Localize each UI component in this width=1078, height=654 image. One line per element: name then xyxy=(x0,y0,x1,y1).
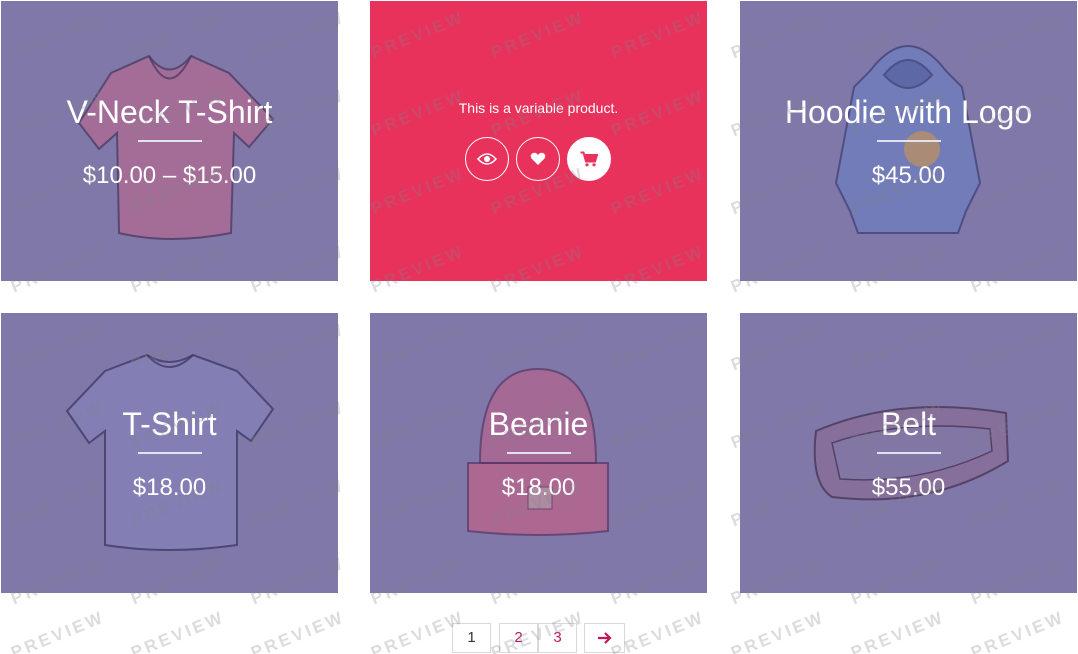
product-title[interactable]: Beanie xyxy=(370,405,707,443)
add-to-cart-button[interactable] xyxy=(567,137,611,181)
watermark-text: PREVIEW xyxy=(128,607,227,654)
product-info: Hoodie with Logo $45.00 xyxy=(740,1,1077,281)
cart-icon xyxy=(580,151,598,167)
next-page-button[interactable] xyxy=(584,623,625,653)
heart-icon xyxy=(530,152,546,165)
product-price: $18.00 xyxy=(501,474,576,501)
product-card-hoodie[interactable]: Hoodie with Logo $45.00 xyxy=(740,1,1077,281)
title-divider xyxy=(876,140,941,142)
watermark-text: PREVIEW xyxy=(968,607,1067,654)
title-divider xyxy=(137,452,202,454)
product-info: V-Neck T-Shirt $10.00 – $15.00 xyxy=(1,1,338,281)
product-title[interactable]: Belt xyxy=(740,405,1077,443)
product-price: $10.00 – $15.00 xyxy=(82,162,257,189)
title-divider xyxy=(876,452,941,454)
product-card-hover[interactable]: This is a variable product. xyxy=(370,1,707,281)
product-info: T-Shirt $18.00 xyxy=(1,313,338,593)
watermark-text: PREVIEW xyxy=(8,607,107,654)
product-description: This is a variable product. xyxy=(458,100,619,116)
product-price: $45.00 xyxy=(871,162,946,189)
product-card-belt[interactable]: Belt $55.00 xyxy=(740,313,1077,593)
watermark-text: PREVIEW xyxy=(848,607,947,654)
product-info: Beanie $18.00 xyxy=(370,313,707,593)
page-1-current: 1 xyxy=(452,623,491,653)
product-card-tshirt[interactable]: T-Shirt $18.00 xyxy=(1,313,338,593)
product-title[interactable]: T-Shirt xyxy=(1,405,338,443)
product-title[interactable]: V-Neck T-Shirt xyxy=(1,93,338,131)
product-title[interactable]: Hoodie with Logo xyxy=(740,93,1077,131)
quick-view-button[interactable] xyxy=(465,137,509,181)
product-card-beanie[interactable]: Beanie $18.00 xyxy=(370,313,707,593)
wishlist-button[interactable] xyxy=(516,137,560,181)
product-price: $55.00 xyxy=(871,474,946,501)
product-price: $18.00 xyxy=(132,474,207,501)
eye-icon xyxy=(477,153,497,165)
title-divider xyxy=(137,140,202,142)
arrow-right-icon xyxy=(597,632,612,644)
product-card-vneck-tshirt[interactable]: V-Neck T-Shirt $10.00 – $15.00 xyxy=(1,1,338,281)
product-info: Belt $55.00 xyxy=(740,313,1077,593)
title-divider xyxy=(506,452,571,454)
watermark-text: PREVIEW xyxy=(248,607,347,654)
page-2-link[interactable]: 2 xyxy=(499,623,538,653)
product-actions xyxy=(465,137,615,183)
watermark-text: PREVIEW xyxy=(728,607,827,654)
page-3-link[interactable]: 3 xyxy=(538,623,577,653)
